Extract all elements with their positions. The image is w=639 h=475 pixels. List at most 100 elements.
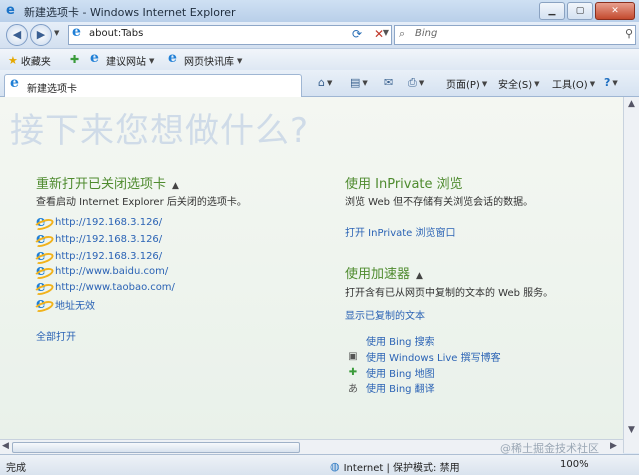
accelerators-desc: 打开含有已从网页中复制的文本的 Web 服务。 xyxy=(345,288,554,299)
favorites-bar: ★ 收藏夹 ✚ 建议网站 ▼ 网页快讯库 ▼ xyxy=(0,48,639,71)
open-inprivate-link[interactable]: 打开 InPrivate 浏览窗口 xyxy=(345,224,456,239)
scroll-left-icon[interactable]: ◀ xyxy=(2,441,9,451)
ie-app-icon: e xyxy=(6,3,15,18)
closed-tab-link[interactable]: 地址无效 xyxy=(36,294,95,312)
chevron-up-icon: ▲ xyxy=(416,271,423,281)
accelerator-item[interactable]: ▣ 使用 Windows Live 撰写博客 xyxy=(346,349,501,364)
forward-button[interactable]: ▶ xyxy=(30,24,52,46)
close-button[interactable]: ✕ xyxy=(595,2,635,20)
scroll-thumb[interactable] xyxy=(12,442,300,453)
status-bar: 完成 ◍ Internet | 保护模式: 禁用 100% xyxy=(0,454,639,475)
window-controls: ▁ ▢ ✕ xyxy=(539,2,635,20)
open-all-link[interactable]: 全部打开 xyxy=(36,328,76,343)
suggested-sites-icon xyxy=(90,50,103,67)
ie-page-icon xyxy=(36,294,49,312)
search-placeholder: Bing xyxy=(415,28,438,39)
mail-icon: ✉ xyxy=(384,76,394,89)
closed-tab-link[interactable]: http://192.168.3.126/ xyxy=(36,246,163,264)
search-input[interactable]: ⌕ Bing ⚲ xyxy=(394,25,636,45)
vertical-scrollbar[interactable]: ▲ ▼ xyxy=(623,97,639,453)
accelerator-label: 使用 Bing 搜索 xyxy=(366,337,435,348)
web-slice-gallery-button[interactable]: 网页快讯库 ▼ xyxy=(168,50,243,68)
show-copied-text-link[interactable]: 显示已复制的文本 xyxy=(345,307,425,322)
closed-tab-url: 地址无效 xyxy=(55,301,95,312)
tab-row: 新建选项卡 ⌂▼ ▤▼ ✉ ⎙▼ 页面(P)▼ 安全(S)▼ 工具(O)▼ ?▼ xyxy=(0,70,639,97)
translate-icon: あ xyxy=(348,384,358,395)
minimize-button[interactable]: ▁ xyxy=(539,2,565,20)
scroll-right-icon[interactable]: ▶ xyxy=(610,441,617,451)
ie-page-icon xyxy=(36,229,49,247)
chevron-up-icon: ▲ xyxy=(172,181,179,191)
help-button[interactable]: ? ▼ xyxy=(604,76,618,89)
tab-new-tab[interactable]: 新建选项卡 xyxy=(4,74,302,97)
inprivate-title[interactable]: 使用 InPrivate 浏览 xyxy=(345,173,463,192)
page-menu-label: 页面(P) xyxy=(446,80,480,91)
home-icon: ⌂ xyxy=(318,76,325,89)
refresh-icon[interactable]: ⟳ xyxy=(348,25,366,43)
security-zone[interactable]: ◍ Internet | 保护模式: 禁用 xyxy=(330,459,460,474)
scroll-up-icon[interactable]: ▲ xyxy=(628,99,635,109)
map-icon: ✚ xyxy=(348,367,358,378)
favorites-button[interactable]: ★ 收藏夹 xyxy=(8,53,51,68)
back-button[interactable]: ◀ xyxy=(6,24,28,46)
printer-icon: ⎙ xyxy=(408,76,417,89)
add-favorites-button[interactable]: ✚ xyxy=(70,53,79,66)
page-menu[interactable]: 页面(P) ▼ xyxy=(446,76,487,92)
accelerator-item[interactable]: ✚ 使用 Bing 地图 xyxy=(346,365,435,380)
add-favorite-icon: ✚ xyxy=(70,53,80,66)
page-content: 接下来您想做什么? 重新打开已关闭选项卡 ▲ 查看启动 Internet Expl… xyxy=(0,97,623,439)
url-text: about:Tabs xyxy=(89,28,144,39)
globe-icon: ◍ xyxy=(330,460,340,473)
tools-menu-label: 工具(O) xyxy=(552,80,588,91)
help-icon: ? xyxy=(604,76,611,89)
read-mail-button[interactable]: ✉ xyxy=(384,76,393,89)
suggested-sites-button[interactable]: 建议网站 ▼ xyxy=(90,50,154,68)
feeds-button[interactable]: ▤ ▼ xyxy=(350,76,368,89)
reopen-tabs-title[interactable]: 重新打开已关闭选项卡 ▲ xyxy=(36,173,179,192)
tab-label: 新建选项卡 xyxy=(27,84,77,95)
suggested-sites-label: 建议网站 xyxy=(106,57,146,68)
chevron-down-icon: ▼ xyxy=(237,56,243,65)
search-icon: ⌕ xyxy=(399,27,406,40)
reopen-tabs-desc: 查看启动 Internet Explorer 后关闭的选项卡。 xyxy=(36,197,247,208)
page-ie-icon xyxy=(72,24,85,41)
feeds-icon: ▤ xyxy=(350,76,361,89)
accelerator-label: 使用 Windows Live 撰写博客 xyxy=(366,353,501,364)
title-bar: e 新建选项卡 - Windows Internet Explorer ▁ ▢ … xyxy=(0,0,639,23)
accelerator-item[interactable]: あ 使用 Bing 翻译 xyxy=(346,380,435,395)
closed-tab-link[interactable]: http://192.168.3.126/ xyxy=(36,229,163,247)
inprivate-desc: 浏览 Web 但不存储有关浏览会话的数据。 xyxy=(345,197,534,208)
zone-text: Internet | 保护模式: 禁用 xyxy=(343,463,460,474)
closed-tab-url: http://www.baidu.com/ xyxy=(55,266,169,277)
ie-page-icon xyxy=(36,277,49,295)
favorites-label: 收藏夹 xyxy=(20,57,51,68)
closed-tab-url: http://192.168.3.126/ xyxy=(55,251,163,262)
closed-tab-url: http://192.168.3.126/ xyxy=(55,234,163,245)
closed-tab-link[interactable]: http://www.baidu.com/ xyxy=(36,261,169,279)
scroll-down-icon[interactable]: ▼ xyxy=(628,425,635,435)
search-button-icon[interactable]: ⚲ xyxy=(625,27,633,40)
accelerators-title[interactable]: 使用加速器 ▲ xyxy=(345,263,423,282)
home-button[interactable]: ⌂ ▼ xyxy=(318,76,332,89)
closed-tab-url: http://192.168.3.126/ xyxy=(55,217,163,228)
watermark: @稀土掘金技术社区 xyxy=(500,442,599,455)
accelerator-item[interactable]: 使用 Bing 搜索 xyxy=(346,333,435,348)
star-icon: ★ xyxy=(8,54,18,67)
stop-icon[interactable]: ✕ xyxy=(370,25,388,43)
address-bar: ◀ ▶ ▼ about:Tabs ▼ ⟳ ✕ ⌕ Bing ⚲ xyxy=(0,22,639,48)
ie-page-icon xyxy=(36,212,49,230)
accelerators-title-text: 使用加速器 xyxy=(345,267,411,282)
tab-ie-icon xyxy=(10,75,23,92)
window-title: 新建选项卡 - Windows Internet Explorer xyxy=(24,6,236,19)
tools-menu[interactable]: 工具(O) ▼ xyxy=(552,76,595,92)
page-heading: 接下来您想做什么? xyxy=(10,111,310,151)
blog-icon: ▣ xyxy=(348,351,358,362)
url-input[interactable]: about:Tabs ▼ xyxy=(68,24,392,45)
closed-tab-link[interactable]: http://192.168.3.126/ xyxy=(36,212,163,230)
print-button[interactable]: ⎙ ▼ xyxy=(408,76,424,90)
history-dropdown-icon[interactable]: ▼ xyxy=(54,29,59,37)
closed-tab-link[interactable]: http://www.taobao.com/ xyxy=(36,277,175,295)
zoom-level[interactable]: 100% xyxy=(560,459,589,470)
maximize-button[interactable]: ▢ xyxy=(567,2,593,20)
safety-menu[interactable]: 安全(S) ▼ xyxy=(498,76,540,92)
